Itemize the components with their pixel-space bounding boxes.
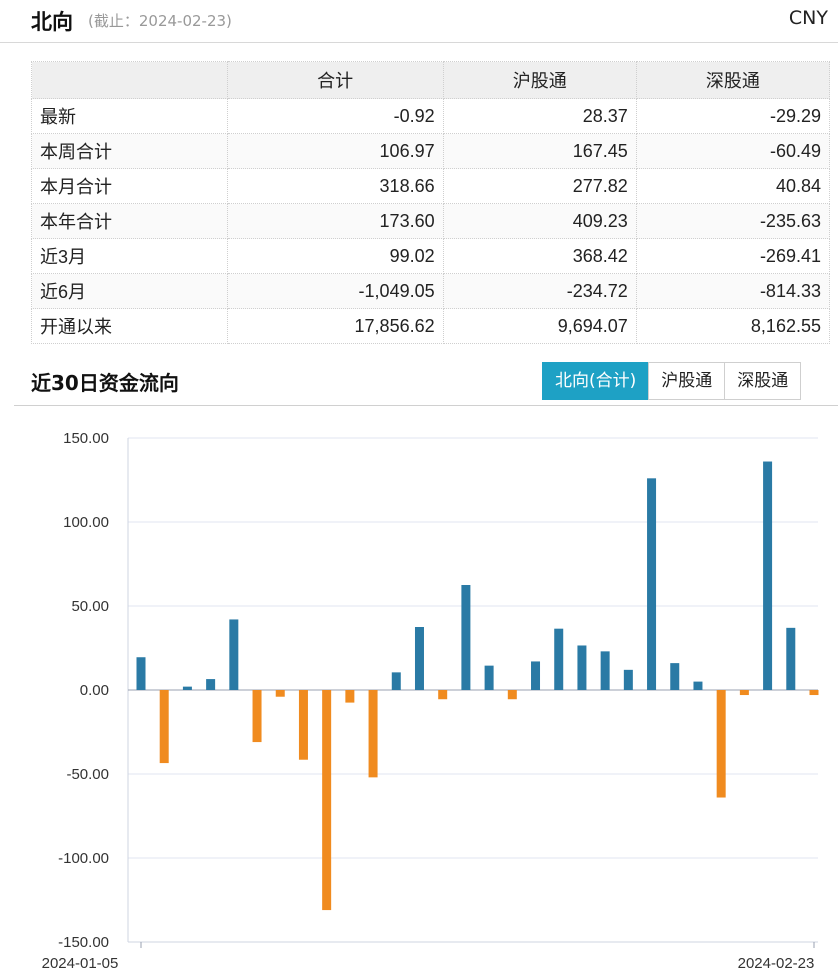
sh-value: 28.37 bbox=[442, 98, 637, 134]
sz-value: -29.29 bbox=[635, 98, 831, 134]
row-label: 近6月 bbox=[31, 273, 228, 309]
tab-shenzhen-connect[interactable]: 深股通 bbox=[724, 362, 802, 400]
sh-value: 409.23 bbox=[442, 203, 637, 239]
bar bbox=[206, 679, 216, 690]
sz-value: -814.33 bbox=[635, 273, 831, 309]
column-header-label bbox=[31, 61, 228, 99]
row-label: 本周合计 bbox=[31, 133, 228, 169]
summary-table: 合计 沪股通 深股通 最新 -0.92 28.37 -29.29 本周合计 106.97 1… bbox=[31, 61, 831, 344]
total-value: 173.60 bbox=[226, 203, 444, 239]
bar bbox=[647, 478, 657, 690]
y-tick-label: -100.00 bbox=[58, 850, 109, 867]
bar bbox=[252, 690, 262, 743]
bar bbox=[484, 665, 494, 690]
bar bbox=[229, 619, 239, 690]
table-row: 最新 -0.92 28.37 -29.29 bbox=[31, 98, 831, 134]
table-row: 近6月 -1,049.05 -234.72 -814.33 bbox=[31, 273, 831, 309]
bar bbox=[693, 681, 703, 690]
table-row: 本周合计 106.97 167.45 -60.49 bbox=[31, 133, 831, 169]
page-title: 北向 bbox=[31, 10, 73, 34]
total-value: -0.92 bbox=[226, 98, 444, 134]
y-tick-label: 100.00 bbox=[63, 514, 109, 531]
sh-value: 277.82 bbox=[442, 168, 637, 204]
table-row: 开通以来 17,856.62 9,694.07 8,162.55 bbox=[31, 308, 831, 344]
x-tick-label: 2024-02-23 bbox=[738, 955, 815, 972]
bar bbox=[716, 690, 726, 798]
y-tick-label: 150.00 bbox=[63, 430, 109, 447]
total-value: -1,049.05 bbox=[226, 273, 444, 309]
as-of-date: (截止：2024-02-23) bbox=[88, 12, 232, 30]
bar bbox=[623, 669, 633, 690]
bar bbox=[438, 690, 448, 700]
bar bbox=[507, 690, 517, 700]
total-value: 106.97 bbox=[226, 133, 444, 169]
table-row: 本月合计 318.66 277.82 40.84 bbox=[31, 168, 831, 204]
y-tick-label: 0.00 bbox=[80, 682, 109, 699]
total-value: 17,856.62 bbox=[226, 308, 444, 344]
row-label: 近3月 bbox=[31, 238, 228, 274]
tab-shanghai-connect[interactable]: 沪股通 bbox=[648, 362, 726, 400]
sh-value: 9,694.07 bbox=[442, 308, 637, 344]
tab-northbound-total[interactable]: 北向(合计) bbox=[542, 362, 650, 400]
bar bbox=[461, 585, 471, 690]
x-tick-label: 2024-01-05 bbox=[42, 955, 119, 972]
bar bbox=[391, 672, 401, 690]
bar bbox=[600, 651, 610, 690]
bar bbox=[554, 628, 564, 690]
row-label: 本年合计 bbox=[31, 203, 228, 239]
flow-bar-chart: 150.00 100.00 50.00 0.00 -50.00 -100.00 -150.0… bbox=[42, 430, 819, 972]
sh-value: 368.42 bbox=[442, 238, 637, 274]
total-value: 99.02 bbox=[226, 238, 444, 274]
bar bbox=[670, 663, 680, 690]
column-header-total: 合计 bbox=[226, 61, 444, 99]
y-tick-label: -50.00 bbox=[66, 766, 109, 783]
total-value: 318.66 bbox=[226, 168, 444, 204]
flow-tabs: 北向(合计) 沪股通 深股通 bbox=[542, 362, 802, 400]
page-header: 北向 (截止：2024-02-23) CNY bbox=[0, 0, 838, 43]
bar bbox=[763, 461, 773, 690]
row-label: 最新 bbox=[31, 98, 228, 134]
bar bbox=[786, 627, 796, 690]
bar bbox=[275, 690, 285, 697]
section-divider bbox=[14, 405, 838, 406]
bar bbox=[345, 690, 355, 703]
sz-value: 40.84 bbox=[635, 168, 831, 204]
bar bbox=[414, 627, 424, 690]
row-label: 本月合计 bbox=[31, 168, 228, 204]
sz-value: -269.41 bbox=[635, 238, 831, 274]
y-tick-label: -150.00 bbox=[58, 934, 109, 951]
row-label: 开通以来 bbox=[31, 308, 228, 344]
bar bbox=[322, 690, 332, 911]
sz-value: 8,162.55 bbox=[635, 308, 831, 344]
bar bbox=[298, 690, 308, 760]
bar bbox=[739, 690, 749, 696]
table-row: 本年合计 173.60 409.23 -235.63 bbox=[31, 203, 831, 239]
y-tick-label: 50.00 bbox=[71, 598, 109, 615]
column-header-sh: 沪股通 bbox=[442, 61, 637, 99]
sh-value: -234.72 bbox=[442, 273, 637, 309]
flow-section-title: 近30日资金流向 bbox=[31, 371, 179, 395]
bar bbox=[809, 690, 819, 696]
sz-value: -60.49 bbox=[635, 133, 831, 169]
bar bbox=[136, 657, 146, 690]
bar bbox=[159, 690, 169, 764]
column-header-sz: 深股通 bbox=[635, 61, 831, 99]
bar bbox=[368, 690, 378, 778]
table-header-row: 合计 沪股通 深股通 bbox=[31, 61, 831, 99]
currency-label: CNY bbox=[788, 7, 828, 29]
sh-value: 167.45 bbox=[442, 133, 637, 169]
sz-value: -235.63 bbox=[635, 203, 831, 239]
bar bbox=[577, 645, 587, 690]
bar bbox=[182, 686, 192, 690]
bar bbox=[531, 661, 541, 690]
table-row: 近3月 99.02 368.42 -269.41 bbox=[31, 238, 831, 274]
